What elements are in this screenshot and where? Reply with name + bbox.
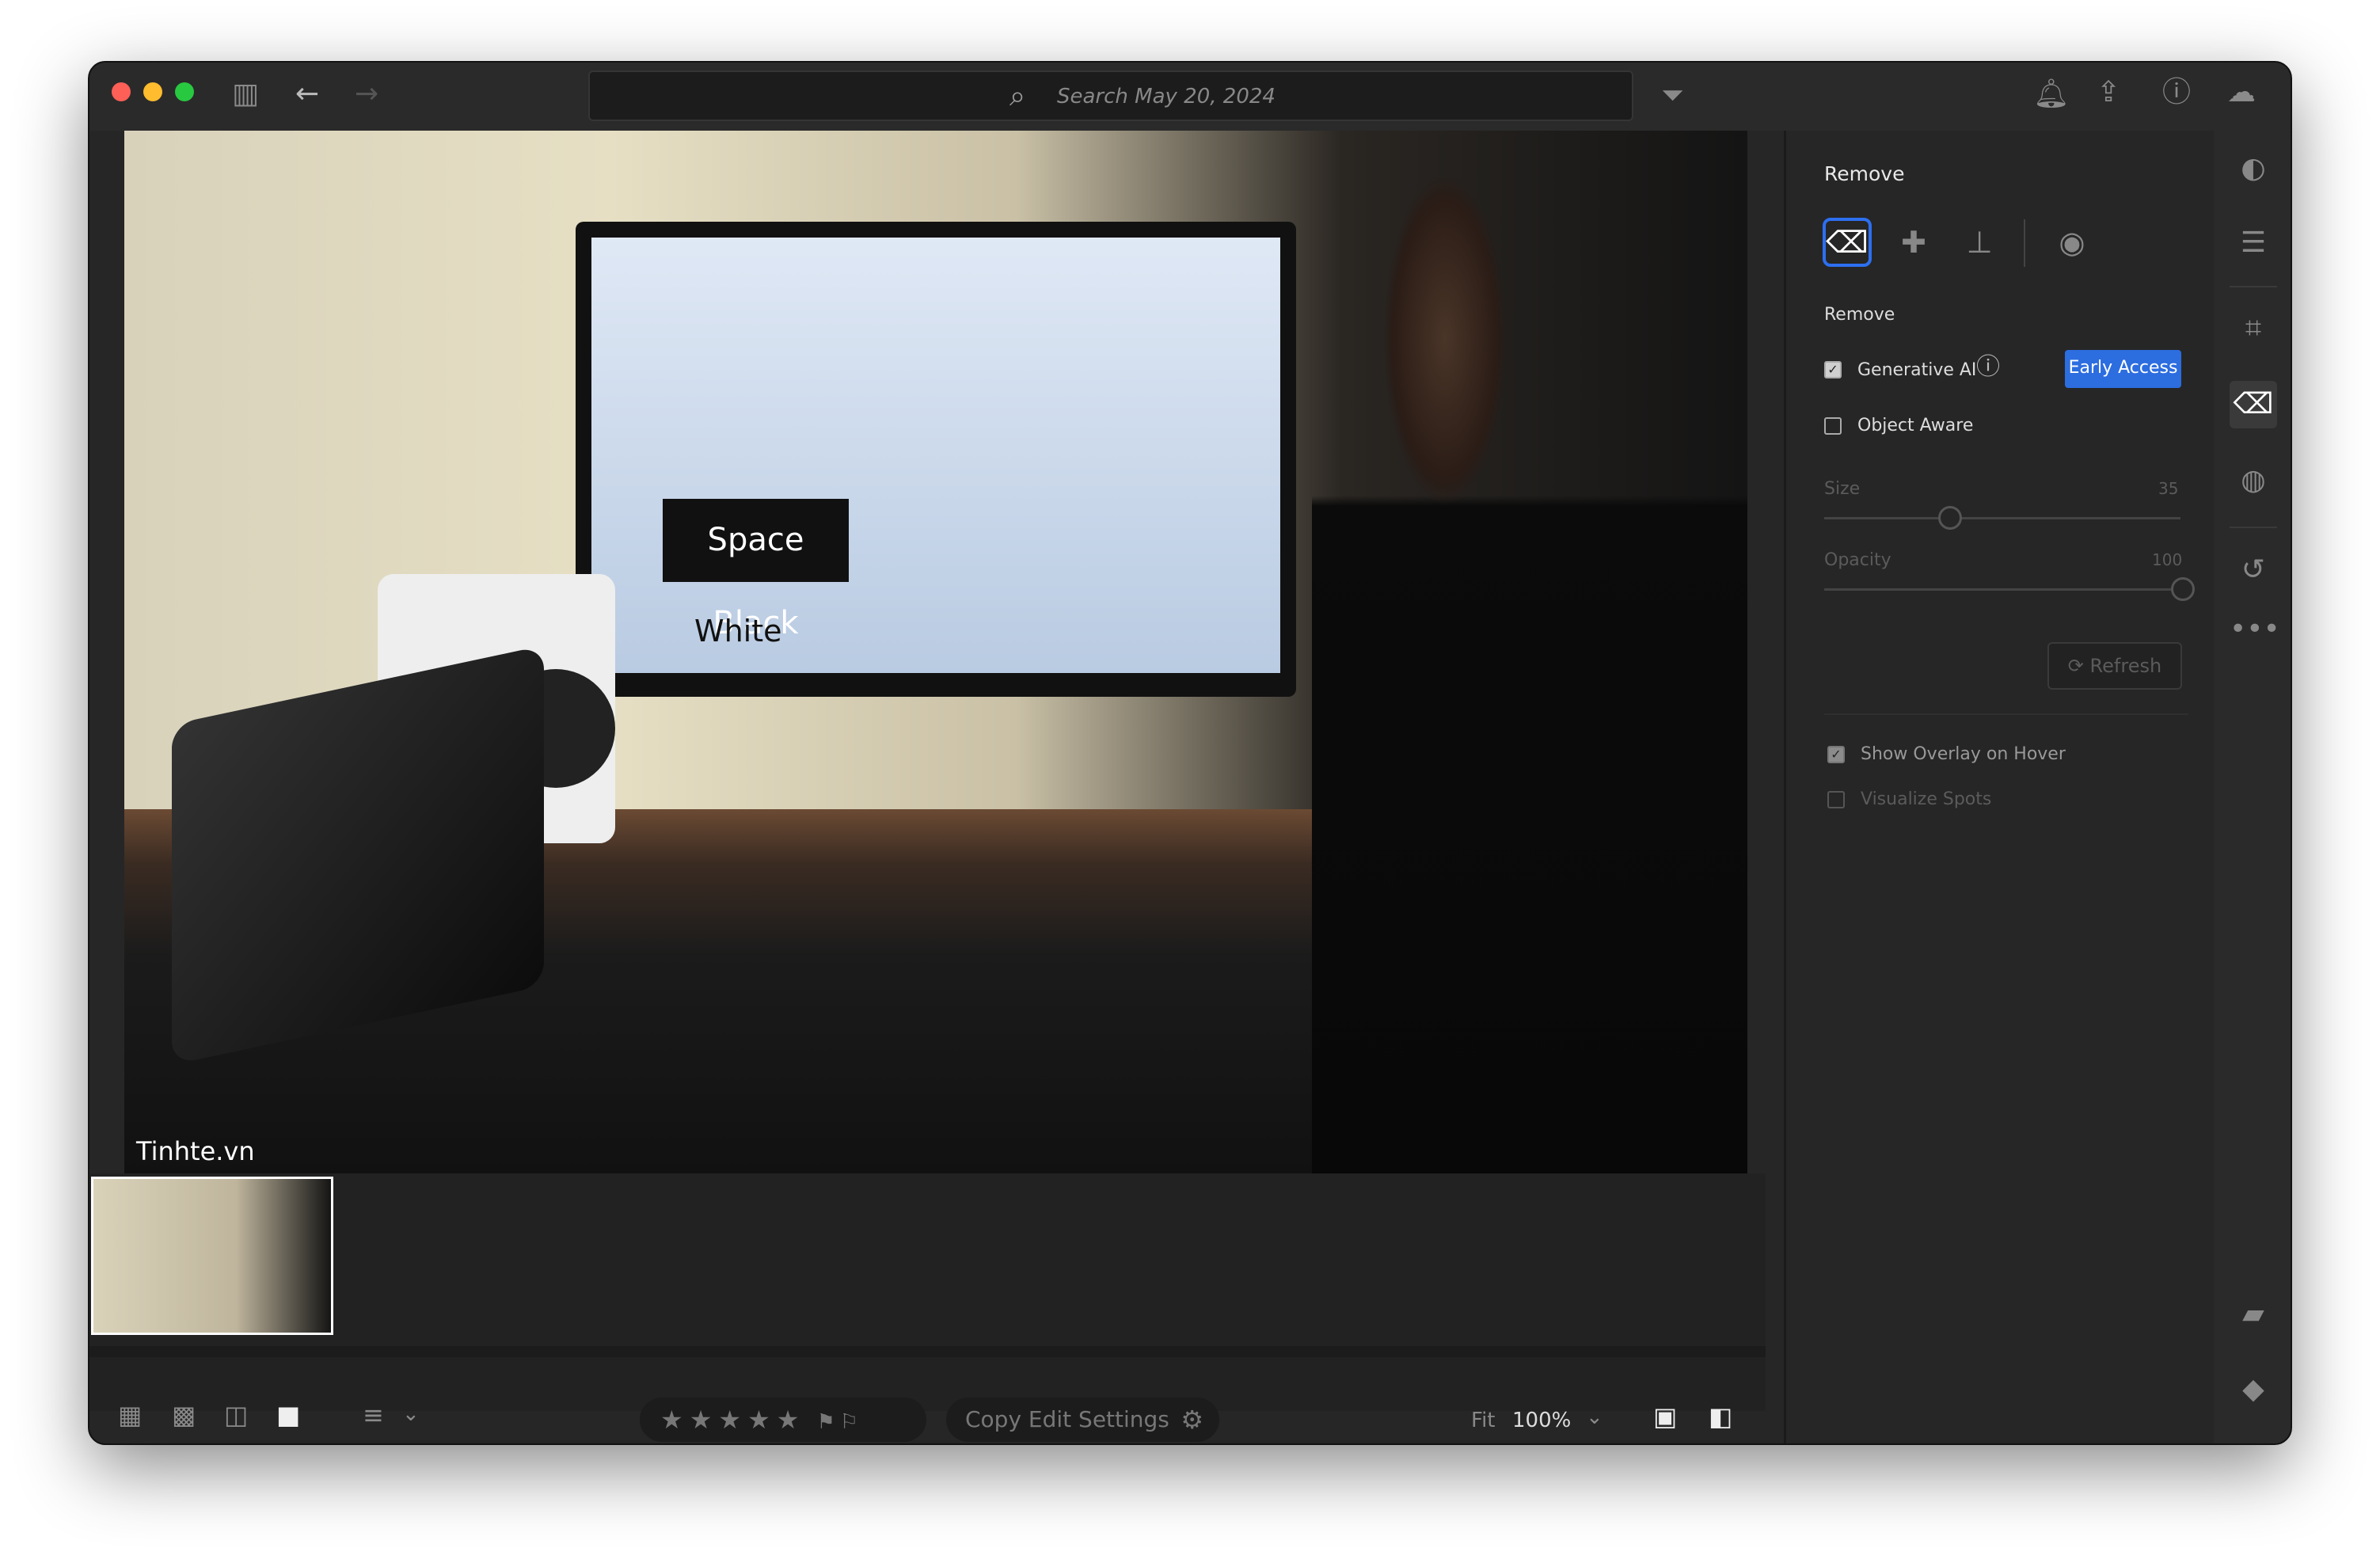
minimize-window-button[interactable] [143, 82, 162, 101]
size-slider-handle[interactable] [1938, 506, 1962, 530]
refresh-button[interactable]: ⟳ Refresh [2047, 642, 2182, 690]
fit-button[interactable]: Fit [1471, 1409, 1495, 1432]
titlebar: ▥ ← → ⌕ Search May 20, 2024 ⏷ 🔔︎ ⇪ ⓘ ☁ [89, 63, 2291, 131]
heal-tool-button[interactable]: ✚ [1889, 218, 1938, 267]
size-value: 35 [2158, 479, 2179, 498]
visualize-spots-checkbox[interactable] [1827, 791, 1845, 808]
visualize-spots-label: Visualize Spots [1861, 789, 1992, 809]
info-icon[interactable]: ⓘ [1976, 356, 2000, 379]
zoom-window-button[interactable] [175, 82, 194, 101]
filmstrip-thumbnail[interactable] [91, 1177, 333, 1335]
square-grid-view-icon[interactable]: ▩ [172, 1402, 196, 1428]
sort-icon[interactable]: ≡ [363, 1402, 384, 1428]
gear-icon[interactable]: ⚙ [1180, 1398, 1203, 1442]
search-input[interactable]: ⌕ Search May 20, 2024 [588, 70, 1633, 121]
tag-icon[interactable]: ◆ [2230, 1366, 2277, 1413]
history-icon[interactable]: ↺ [2230, 546, 2277, 594]
photo-screen-text: White [694, 614, 782, 648]
help-icon[interactable]: ⓘ [2162, 78, 2191, 107]
crop-icon[interactable]: ⌗ [2230, 305, 2277, 352]
flag-icons: ⚑⚐ [816, 1410, 864, 1434]
zoom-level[interactable]: 100% [1512, 1409, 1571, 1432]
photo-screen-text: Space Black [663, 499, 849, 641]
section-label: Remove [1824, 305, 1895, 325]
search-icon: ⌕ [1009, 80, 1026, 112]
panel-title: Remove [1824, 162, 1905, 185]
app-window: ▥ ← → ⌕ Search May 20, 2024 ⏷ 🔔︎ ⇪ ⓘ ☁ S… [88, 61, 2292, 1445]
masking-icon[interactable]: ◍ [2230, 457, 2277, 504]
bell-icon[interactable]: 🔔︎ [2033, 80, 2070, 108]
compare-view-icon[interactable]: ◫ [224, 1402, 248, 1428]
remove-panel: Remove ⌫ ✚ ⊥ ◉ Remove ✓ Generative AI ⓘ … [1784, 131, 2214, 1443]
filmstrip-scrollbar[interactable] [89, 1346, 1766, 1357]
object-aware-checkbox[interactable] [1824, 417, 1842, 435]
refresh-icon: ⟳ [2067, 655, 2090, 677]
sidebar-toggle-icon[interactable]: ▥ [232, 80, 259, 108]
show-overlay-checkbox[interactable]: ✓ [1827, 746, 1845, 763]
size-label: Size [1824, 479, 1861, 499]
opacity-label: Opacity [1824, 550, 1891, 570]
back-arrow-icon[interactable]: ← [295, 80, 319, 108]
detail-view-icon[interactable]: ■ [276, 1402, 300, 1428]
photo-person [1312, 131, 1747, 1173]
comment-icon[interactable]: ▰ [2230, 1291, 2277, 1338]
before-after-icon[interactable]: ◧ [1709, 1404, 1732, 1429]
early-access-badge: Early Access [2065, 350, 2181, 388]
more-options-icon[interactable]: ••• [2230, 606, 2280, 653]
eraser-tool-button[interactable]: ⌫ [1823, 218, 1872, 267]
cloud-sync-icon[interactable]: ☁ [2227, 78, 2256, 107]
filter-icon[interactable]: ⏷ [1661, 82, 1684, 110]
opacity-value: 100 [2152, 550, 2183, 569]
forward-arrow-icon[interactable]: → [355, 80, 378, 108]
size-slider[interactable] [1824, 517, 2180, 519]
photo-canvas[interactable]: Space Black White Tinhte.vn [124, 131, 1747, 1173]
rating-stars[interactable]: ★★★★★ ⚑⚐ [640, 1398, 926, 1442]
generative-ai-checkbox[interactable]: ✓ [1824, 361, 1842, 378]
remove-tool-icon[interactable]: ⌫ [2230, 381, 2277, 428]
refresh-label: Refresh [2089, 655, 2162, 677]
search-placeholder: Search May 20, 2024 [1057, 85, 1276, 108]
grid-view-icon[interactable]: ▦ [118, 1402, 142, 1428]
tool-strip: ◐ ☰ ⌗ ⌫ ◍ ↺ ••• ▰ ◆ ⓘ [2214, 131, 2291, 1443]
presets-icon[interactable]: ◐ [2230, 145, 2277, 192]
share-icon[interactable]: ⇪ [2097, 78, 2120, 107]
red-eye-tool-button[interactable]: ◉ [2047, 218, 2097, 267]
generative-ai-label: Generative AI [1857, 360, 1977, 380]
copy-edit-settings-button[interactable]: Copy Edit Settings ⚙ [946, 1398, 1219, 1442]
filmstrip [89, 1173, 1766, 1411]
filmstrip-toggle-icon[interactable]: ▣ [1653, 1404, 1677, 1429]
photo-monitor: Space Black White [576, 222, 1296, 697]
divider [1824, 713, 2188, 715]
copy-edit-settings-label: Copy Edit Settings [965, 1406, 1169, 1432]
zoom-chevron-icon[interactable]: ⌄ [1586, 1407, 1603, 1428]
close-window-button[interactable] [112, 82, 131, 101]
show-overlay-label: Show Overlay on Hover [1861, 744, 2066, 764]
opacity-slider-handle[interactable] [2171, 577, 2195, 601]
clone-stamp-tool-button[interactable]: ⊥ [1955, 218, 2004, 267]
watermark: Tinhte.vn [136, 1136, 255, 1166]
info-panel-icon[interactable]: ⓘ [2230, 1440, 2277, 1443]
bottom-toolbar: ▦ ▩ ◫ ■ ≡ ⌄ ★★★★★ ⚑⚐ Copy Edit Settings ⚙ … [89, 1398, 1766, 1443]
opacity-slider[interactable] [1824, 588, 2180, 591]
object-aware-label: Object Aware [1857, 416, 1974, 435]
edit-sliders-icon[interactable]: ☰ [2230, 219, 2277, 267]
chevron-down-icon[interactable]: ⌄ [402, 1404, 420, 1424]
